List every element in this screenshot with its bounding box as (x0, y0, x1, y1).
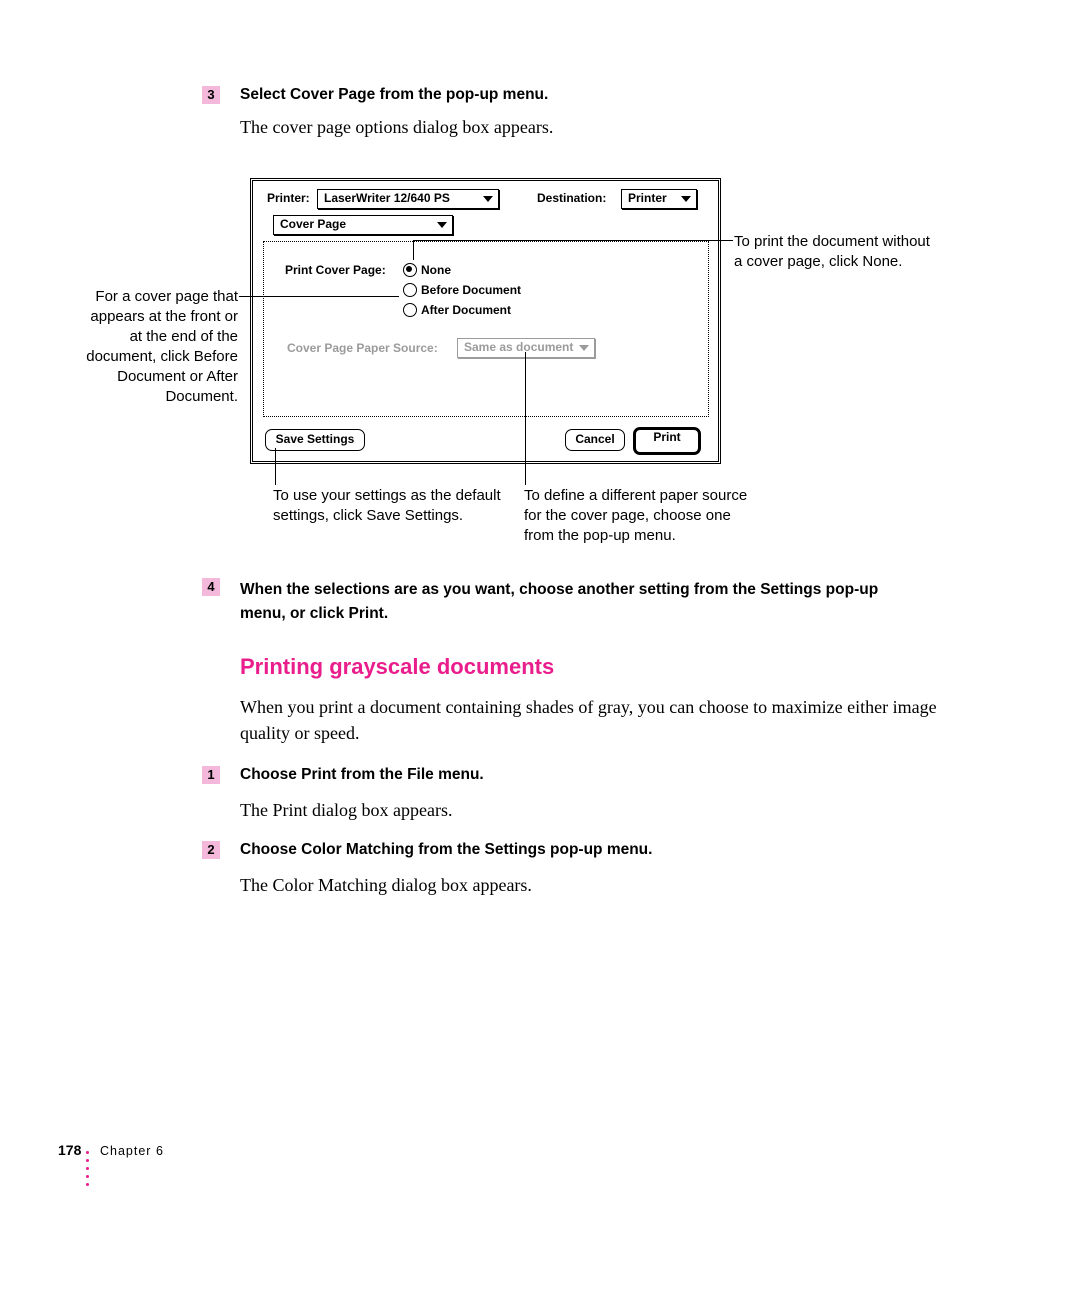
radio-before[interactable] (403, 283, 417, 297)
page-number: 178 (58, 1142, 81, 1158)
destination-dropdown[interactable]: Printer (621, 189, 697, 209)
stepB-heading: Choose Color Matching from the Settings … (240, 841, 652, 859)
stepB-body: The Color Matching dialog box appears. (240, 875, 532, 896)
stepA-body: The Print dialog box appears. (240, 800, 452, 821)
printer-label: Printer: (267, 191, 310, 205)
printer-value: LaserWriter 12/640 PS (324, 191, 450, 205)
radio-none[interactable] (403, 263, 417, 277)
radio-before-label: Before Document (421, 283, 521, 297)
settings-dropdown[interactable]: Cover Page (273, 215, 453, 235)
cancel-button[interactable]: Cancel (565, 429, 625, 451)
callout-bottom-left: To use your settings as the default sett… (273, 486, 513, 526)
chevron-down-icon (437, 222, 447, 228)
step3-heading: Select Cover Page from the pop-up menu. (240, 86, 548, 104)
callout-left: For a cover page that appears at the fro… (78, 287, 238, 407)
step3-body: The cover page options dialog box appear… (240, 117, 553, 138)
step4-heading: When the selections are as you want, cho… (240, 578, 900, 626)
paper-source-value: Same as document (464, 340, 573, 354)
printer-dropdown[interactable]: LaserWriter 12/640 PS (317, 189, 499, 209)
section-title: Printing grayscale documents (240, 654, 554, 680)
leader-line (275, 448, 276, 485)
radio-after-label: After Document (421, 303, 511, 317)
destination-value: Printer (628, 191, 667, 205)
chevron-down-icon (681, 196, 691, 202)
radio-after[interactable] (403, 303, 417, 317)
leader-line (525, 352, 526, 485)
step-number: 3 (202, 86, 220, 104)
stepA-heading: Choose Print from the File menu. (240, 766, 484, 784)
save-settings-button[interactable]: Save Settings (265, 429, 365, 451)
leader-line (239, 296, 399, 297)
step-number: 4 (202, 578, 220, 596)
print-button[interactable]: Print (633, 427, 701, 455)
destination-label: Destination: (537, 191, 606, 205)
cover-page-dialog: Printer: LaserWriter 12/640 PS Destinati… (250, 178, 721, 464)
radio-none-label: None (421, 263, 451, 277)
decorative-dots (86, 1146, 89, 1191)
paper-source-label: Cover Page Paper Source: (287, 341, 438, 355)
print-cover-page-label: Print Cover Page: (285, 263, 386, 277)
step-number: 1 (202, 766, 220, 784)
chevron-down-icon (483, 196, 493, 202)
paper-source-dropdown[interactable]: Same as document (457, 338, 595, 358)
chevron-down-icon (579, 345, 589, 351)
callout-bottom-right: To define a different paper source for t… (524, 486, 764, 546)
step-number: 2 (202, 841, 220, 859)
chapter-label: Chapter 6 (100, 1144, 164, 1158)
leader-line (413, 240, 414, 260)
section-body: When you print a document containing sha… (240, 694, 940, 746)
callout-right: To print the document without a cover pa… (734, 232, 934, 272)
settings-value: Cover Page (280, 217, 346, 231)
leader-line (413, 240, 733, 241)
